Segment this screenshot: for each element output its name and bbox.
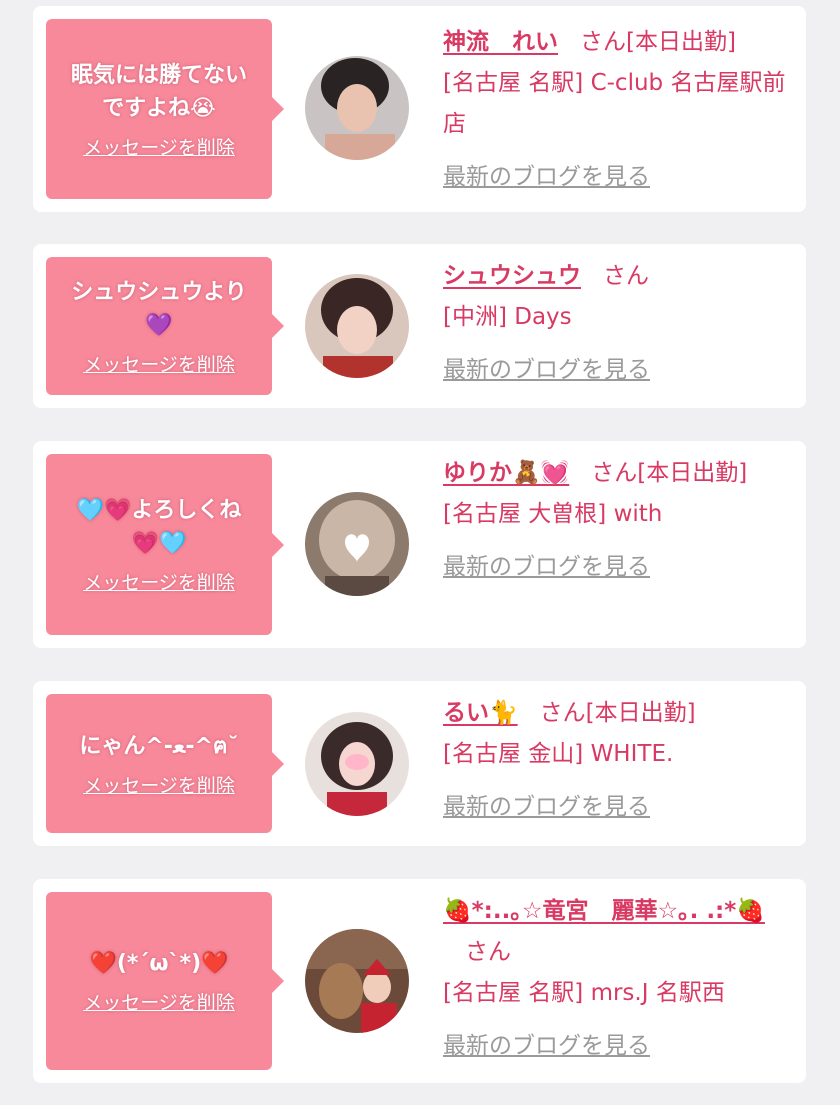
message-bubble: シュウシュウより 💜 メッセージを削除: [46, 257, 284, 395]
san-label: さん: [580, 29, 626, 55]
profile-photo-icon: [305, 274, 409, 378]
shop-label: [名古屋 金山] WHITE.: [443, 741, 674, 767]
profile-info: シュウシュウ さん [中洲] Days 最新のブログを見る: [443, 256, 795, 391]
shop-label: [名古屋 大曽根] with: [443, 501, 663, 527]
delete-message-link[interactable]: メッセージを削除: [83, 133, 235, 160]
san-label: さん: [603, 263, 649, 289]
delete-message-link[interactable]: メッセージを削除: [83, 350, 235, 377]
latest-blog-link[interactable]: 最新のブログを見る: [443, 547, 650, 588]
san-label: さん: [539, 700, 586, 726]
message-card: 眠気には勝てない ですよね😭 メッセージを削除 神流 れい さん[本日出勤] [名…: [33, 6, 806, 212]
message-card: ❤️(*´ω`*)❤️ メッセージを削除 🍓*:..｡☆竜宮 麗華☆｡. .:*…: [33, 879, 806, 1083]
message-text: 眠気には勝てない ですよね😭: [70, 62, 247, 121]
message-list: 眠気には勝てない ですよね😭 メッセージを削除 神流 れい さん[本日出勤] [名…: [0, 0, 840, 1105]
message-text: 🩵💗よろしくね 💗🩵: [76, 498, 242, 556]
message-bubble: にゃん^-ﻌ-^ฅ˘ メッセージを削除: [46, 694, 284, 833]
avatar[interactable]: [305, 274, 409, 378]
latest-blog-link[interactable]: 最新のブログを見る: [443, 787, 650, 828]
girl-name-link[interactable]: るい🐈: [443, 700, 518, 726]
message-bubble: 眠気には勝てない ですよね😭 メッセージを削除: [46, 19, 284, 199]
message-bubble: ❤️(*´ω`*)❤️ メッセージを削除: [46, 892, 284, 1070]
avatar[interactable]: [305, 56, 409, 160]
profile-info: 🍓*:..｡☆竜宮 麗華☆｡. .:*🍓 さん [名古屋 名駅] mrs.J 名駅…: [443, 891, 795, 1067]
shop-label: [名古屋 名駅] mrs.J 名駅西: [443, 980, 725, 1006]
avatar[interactable]: [305, 929, 409, 1033]
san-label: さん: [591, 460, 638, 486]
girl-name-link[interactable]: 神流 れい: [443, 29, 558, 55]
latest-blog-link[interactable]: 最新のブログを見る: [443, 157, 650, 198]
avatar[interactable]: [305, 712, 409, 816]
delete-message-link[interactable]: メッセージを削除: [83, 568, 235, 595]
profile-info: 神流 れい さん[本日出勤] [名古屋 名駅] C-club 名古屋駅前店 最新の…: [443, 22, 795, 198]
status-label: [本日出勤]: [626, 29, 736, 55]
profile-photo-icon: [305, 929, 409, 1033]
girl-name-link[interactable]: ゆりか🧸💓: [443, 460, 569, 486]
message-text: シュウシュウより 💜: [71, 279, 247, 338]
girl-name-link[interactable]: 🍓*:..｡☆竜宮 麗華☆｡. .:*🍓: [443, 898, 765, 924]
avatar[interactable]: [305, 492, 409, 596]
shop-label: [名古屋 名駅] C-club 名古屋駅前店: [443, 70, 786, 137]
profile-photo-icon: [305, 712, 409, 816]
profile-info: るい🐈 さん[本日出勤] [名古屋 金山] WHITE. 最新のブログを見る: [443, 693, 795, 828]
message-card: にゃん^-ﻌ-^ฅ˘ メッセージを削除 るい🐈 さん[本日出勤] [名古屋 金山]…: [33, 681, 806, 846]
profile-photo-icon: [305, 56, 409, 160]
latest-blog-link[interactable]: 最新のブログを見る: [443, 350, 650, 391]
message-bubble: 🩵💗よろしくね 💗🩵 メッセージを削除: [46, 454, 284, 635]
message-text: ❤️(*´ω`*)❤️: [89, 951, 229, 976]
profile-info: ゆりか🧸💓 さん[本日出勤] [名古屋 大曽根] with 最新のブログを見る: [443, 453, 795, 588]
message-card: シュウシュウより 💜 メッセージを削除 シュウシュウ さん [中洲] Days 最…: [33, 244, 806, 408]
girl-name-link[interactable]: シュウシュウ: [443, 263, 581, 289]
san-label: さん: [465, 939, 511, 965]
message-card: 🩵💗よろしくね 💗🩵 メッセージを削除 ゆりか🧸💓 さん[本日出勤] [名古屋 大…: [33, 441, 806, 648]
latest-blog-link[interactable]: 最新のブログを見る: [443, 1026, 650, 1067]
delete-message-link[interactable]: メッセージを削除: [83, 988, 235, 1015]
status-label: [本日出勤]: [637, 460, 748, 486]
delete-message-link[interactable]: メッセージを削除: [83, 771, 235, 798]
message-text: にゃん^-ﻌ-^ฅ˘: [79, 733, 239, 759]
shop-label: [中洲] Days: [443, 304, 572, 330]
status-label: [本日出勤]: [585, 700, 696, 726]
profile-photo-icon: [305, 492, 409, 596]
